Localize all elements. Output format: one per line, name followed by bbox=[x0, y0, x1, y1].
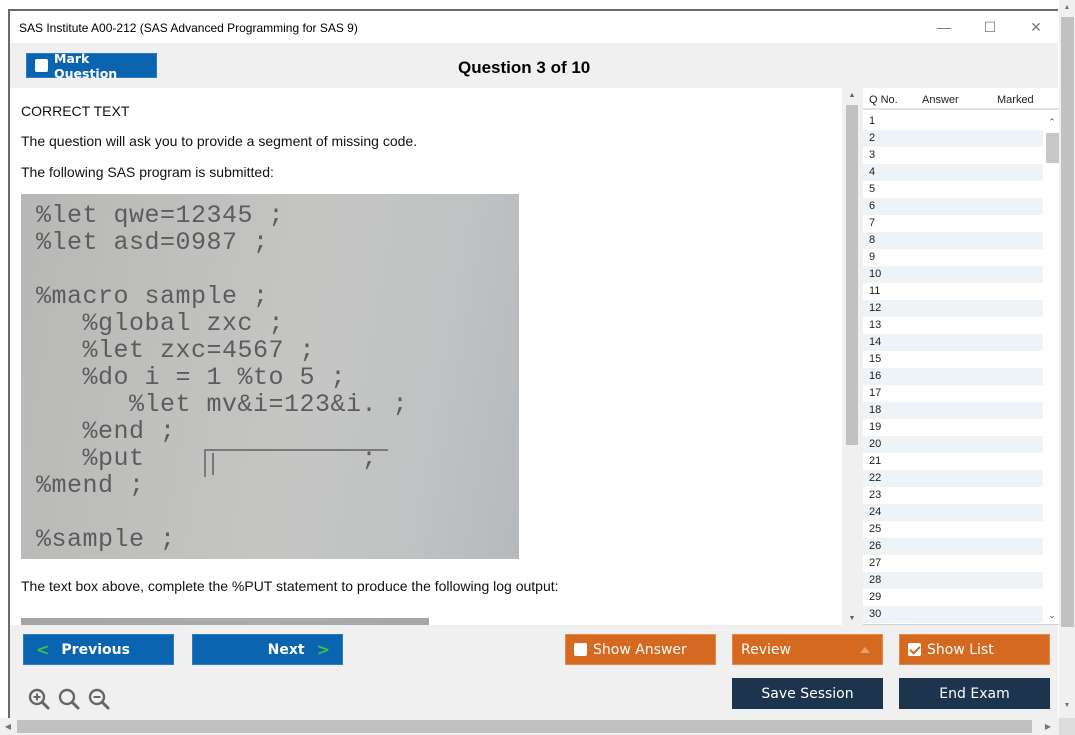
scroll-up-arrow-icon[interactable]: ▲ bbox=[844, 88, 860, 102]
title-bar: SAS Institute A00-212 (SAS Advanced Prog… bbox=[10, 11, 1058, 43]
question-list-row[interactable]: 26 bbox=[863, 538, 1043, 555]
chevron-right-icon: > bbox=[316, 640, 330, 659]
zoom-controls bbox=[27, 687, 111, 711]
end-exam-button[interactable]: End Exam bbox=[899, 678, 1050, 709]
exam-simulator-screen: SAS Institute A00-212 (SAS Advanced Prog… bbox=[0, 0, 1075, 735]
question-list-header: Q No. Answer Marked bbox=[863, 88, 1059, 110]
question-list-row[interactable]: 1 bbox=[863, 113, 1043, 130]
question-content: CORRECT TEXT The question will ask you t… bbox=[10, 88, 842, 625]
scroll-down-arrow-icon[interactable]: ▼ bbox=[844, 611, 860, 625]
question-list-row[interactable]: 10 bbox=[863, 266, 1043, 283]
column-answer[interactable]: Answer bbox=[922, 94, 959, 106]
question-list-row[interactable]: 17 bbox=[863, 385, 1043, 402]
question-list-row[interactable]: 15 bbox=[863, 351, 1043, 368]
question-list-row[interactable]: 19 bbox=[863, 419, 1043, 436]
question-list-row[interactable]: 14 bbox=[863, 334, 1043, 351]
program-intro: The following SAS program is submitted: bbox=[21, 164, 274, 180]
save-session-button[interactable]: Save Session bbox=[732, 678, 883, 709]
page-vscroll-thumb[interactable] bbox=[1061, 17, 1074, 627]
list-scroll-thumb[interactable] bbox=[1046, 133, 1059, 163]
show-list-label: Show List bbox=[927, 641, 994, 658]
question-list-row[interactable]: 7 bbox=[863, 215, 1043, 232]
next-button[interactable]: Next > bbox=[192, 634, 343, 665]
next-label: Next bbox=[267, 641, 305, 658]
app-window: SAS Institute A00-212 (SAS Advanced Prog… bbox=[8, 9, 1059, 721]
review-label: Review bbox=[741, 641, 791, 658]
question-list-scrollbar[interactable]: ⌃ ⌄ bbox=[1045, 113, 1059, 624]
page-scroll-left-icon[interactable]: ◀ bbox=[0, 718, 16, 735]
question-list-row[interactable]: 25 bbox=[863, 521, 1043, 538]
question-list-row[interactable]: 13 bbox=[863, 317, 1043, 334]
question-list-row[interactable]: 18 bbox=[863, 402, 1043, 419]
minimize-button[interactable]: — bbox=[921, 11, 967, 43]
show-answer-checkbox[interactable] bbox=[574, 643, 587, 656]
question-list-row[interactable]: 4 bbox=[863, 164, 1043, 181]
previous-label: Previous bbox=[61, 641, 130, 658]
list-scroll-down-icon[interactable]: ⌄ bbox=[1045, 608, 1059, 622]
question-list-row[interactable]: 20 bbox=[863, 436, 1043, 453]
page-hscroll-thumb[interactable] bbox=[17, 720, 1032, 733]
content-scrollbar[interactable]: ▲ ▼ bbox=[844, 88, 860, 625]
question-list-row[interactable]: 9 bbox=[863, 249, 1043, 266]
page-scroll-right-icon[interactable]: ▶ bbox=[1040, 718, 1056, 735]
caret-up-icon bbox=[860, 647, 870, 653]
column-q-no[interactable]: Q No. bbox=[869, 94, 898, 106]
column-marked[interactable]: Marked bbox=[997, 94, 1034, 106]
log-output-image bbox=[21, 618, 429, 625]
content-scroll-thumb[interactable] bbox=[846, 105, 858, 445]
review-dropdown[interactable]: Review bbox=[732, 634, 883, 665]
maximize-button[interactable]: ☐ bbox=[967, 11, 1013, 43]
page-scroll-up-icon[interactable]: ▲ bbox=[1059, 0, 1075, 14]
show-answer-label: Show Answer bbox=[593, 641, 687, 658]
question-list-row[interactable]: 21 bbox=[863, 453, 1043, 470]
question-list-row[interactable]: 16 bbox=[863, 368, 1043, 385]
question-intro: The question will ask you to provide a s… bbox=[21, 133, 418, 149]
page-horizontal-scrollbar[interactable]: ◀ ▶ bbox=[0, 718, 1059, 735]
sas-program-code: %let qwe=12345 ; %let asd=0987 ; %macro … bbox=[36, 201, 409, 554]
window-title: SAS Institute A00-212 (SAS Advanced Prog… bbox=[19, 21, 358, 35]
question-list-row[interactable]: 28 bbox=[863, 572, 1043, 589]
question-list-row[interactable]: 6 bbox=[863, 198, 1043, 215]
show-list-toggle[interactable]: Show List bbox=[899, 634, 1050, 665]
question-list-row[interactable]: 24 bbox=[863, 504, 1043, 521]
question-list-row[interactable]: 29 bbox=[863, 589, 1043, 606]
question-list-row[interactable]: 22 bbox=[863, 470, 1043, 487]
mark-question-button[interactable]: Mark Question bbox=[26, 50, 157, 81]
page-scroll-down-icon[interactable]: ▼ bbox=[1059, 698, 1075, 712]
zoom-out-icon[interactable] bbox=[87, 687, 111, 711]
question-list-row[interactable]: 27 bbox=[863, 555, 1043, 572]
missing-code-box bbox=[204, 449, 388, 477]
scrollbar-corner bbox=[1059, 718, 1075, 735]
question-list-row[interactable]: 2 bbox=[863, 130, 1043, 147]
mark-question-checkbox[interactable] bbox=[35, 59, 48, 72]
question-list-panel: Q No. Answer Marked 1 2 3 4 5 6 7 8 9 10 11 12 13 14 1… bbox=[863, 88, 1059, 625]
question-list-row[interactable]: 30 bbox=[863, 606, 1043, 623]
list-divider bbox=[863, 624, 1059, 625]
close-button[interactable]: ✕ bbox=[1013, 11, 1059, 43]
question-header: Mark Question Question 3 of 10 bbox=[10, 43, 1058, 88]
question-list-row[interactable]: 8 bbox=[863, 232, 1043, 249]
question-list-row[interactable]: 5 bbox=[863, 181, 1043, 198]
previous-button[interactable]: < Previous bbox=[23, 634, 174, 665]
instruction-text: The text box above, complete the %PUT st… bbox=[21, 578, 559, 594]
question-counter: Question 3 of 10 bbox=[458, 58, 591, 77]
sas-program-image: %let qwe=12345 ; %let asd=0987 ; %macro … bbox=[21, 194, 519, 559]
question-list-row[interactable]: 12 bbox=[863, 300, 1043, 317]
zoom-in-icon[interactable] bbox=[27, 687, 51, 711]
question-list-row[interactable]: 11 bbox=[863, 283, 1043, 300]
question-list-row[interactable]: 3 bbox=[863, 147, 1043, 164]
question-type: CORRECT TEXT bbox=[21, 103, 130, 119]
show-answer-toggle[interactable]: Show Answer bbox=[565, 634, 716, 665]
zoom-reset-icon[interactable] bbox=[57, 687, 81, 711]
question-list-row[interactable]: 23 bbox=[863, 487, 1043, 504]
mark-question-label: Mark Question bbox=[54, 50, 118, 81]
page-vertical-scrollbar[interactable]: ▲ ▼ bbox=[1059, 0, 1075, 718]
question-list-rows: 1 2 3 4 5 6 7 8 9 10 11 12 13 14 15 16 17 18 19 20 21 22 23 24 2… bbox=[863, 113, 1043, 623]
show-list-checkbox[interactable] bbox=[908, 643, 921, 656]
chevron-left-icon: < bbox=[36, 640, 50, 659]
list-scroll-up-icon[interactable]: ⌃ bbox=[1045, 115, 1059, 129]
